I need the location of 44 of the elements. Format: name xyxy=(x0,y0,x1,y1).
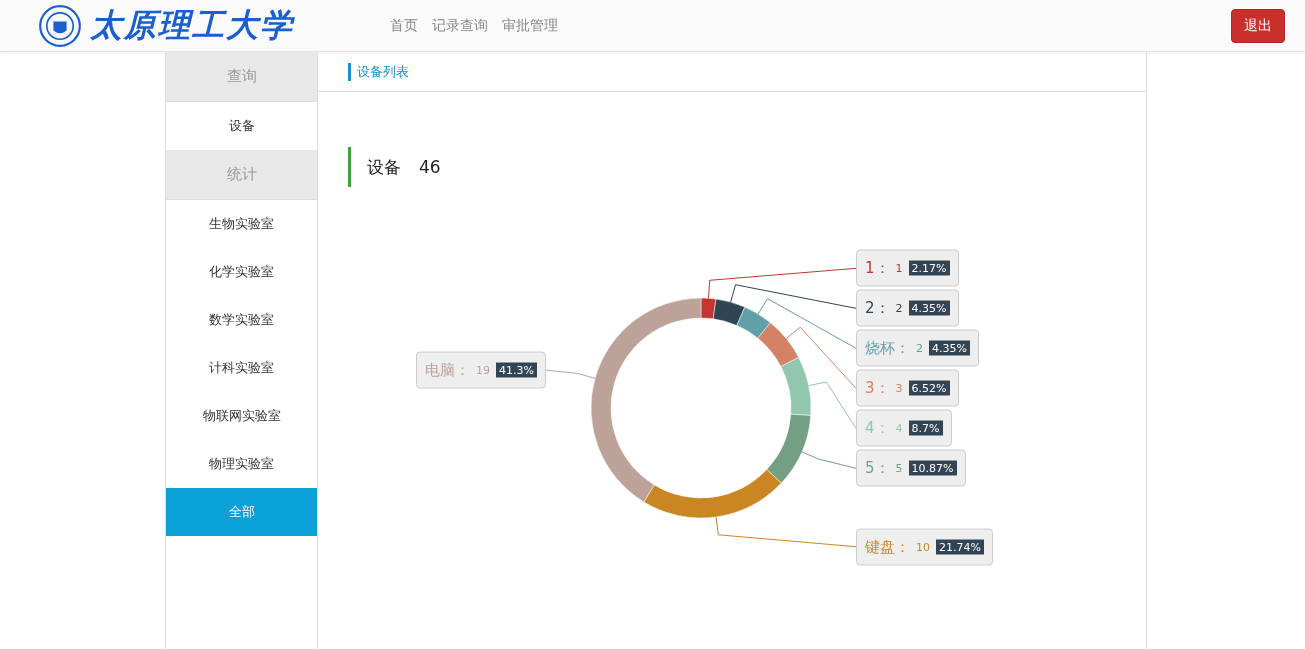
label-value: 1 xyxy=(895,261,903,275)
label-value: 10 xyxy=(916,540,930,554)
label-name: 2： xyxy=(865,298,890,318)
label-name: 4： xyxy=(865,418,890,438)
sidebar-item[interactable]: 数学实验室 xyxy=(166,296,317,344)
university-emblem-icon xyxy=(38,3,82,48)
label-percent: 4.35% xyxy=(929,340,970,356)
logout-button[interactable]: 退出 xyxy=(1231,8,1285,43)
sidebar-item[interactable]: 生物实验室 xyxy=(166,200,317,248)
nav-link[interactable]: 记录查询 xyxy=(432,16,488,35)
label-percent: 41.3% xyxy=(496,362,537,378)
sidebar-item[interactable]: 物理实验室 xyxy=(166,440,317,488)
label-percent: 10.87% xyxy=(908,460,957,476)
label-percent: 21.74% xyxy=(936,539,984,555)
label-value: 5 xyxy=(895,461,903,475)
label-name: 烧杯： xyxy=(865,338,910,358)
label-value: 19 xyxy=(476,363,491,377)
label-value: 4 xyxy=(895,421,903,435)
label-name: 5： xyxy=(865,458,890,478)
sidebar-item[interactable]: 设备 xyxy=(166,102,317,150)
sidebar-section-header: 查询 xyxy=(166,52,317,102)
label-percent: 8.7% xyxy=(908,420,943,436)
sidebar-item[interactable]: 化学实验室 xyxy=(166,248,317,296)
label-name: 3： xyxy=(865,378,890,398)
label-value: 3 xyxy=(895,381,903,395)
label-name: 1： xyxy=(865,258,890,278)
label-value: 2 xyxy=(916,341,923,355)
leader-line xyxy=(545,369,596,379)
label-percent: 2.17% xyxy=(908,260,950,276)
sidebar-section-header: 统计 xyxy=(166,150,317,200)
label-name: 电脑： xyxy=(425,360,471,380)
nav-link[interactable]: 审批管理 xyxy=(502,16,558,35)
sidebar-item[interactable]: 计科实验室 xyxy=(166,344,317,392)
breadcrumb-tab[interactable]: 设备列表 xyxy=(348,62,409,81)
total-count: 46 xyxy=(419,157,441,177)
label-value: 2 xyxy=(895,301,903,315)
label-percent: 4.35% xyxy=(908,300,950,316)
university-logo-text: 太原理工大学 xyxy=(90,5,294,45)
leader-line xyxy=(801,451,857,469)
label-name: 键盘： xyxy=(865,537,910,557)
label-percent: 6.52% xyxy=(908,380,950,396)
section-heading: 设备 xyxy=(367,155,401,179)
sidebar-item[interactable]: 物联网实验室 xyxy=(166,392,317,440)
nav-link[interactable]: 首页 xyxy=(390,16,418,35)
